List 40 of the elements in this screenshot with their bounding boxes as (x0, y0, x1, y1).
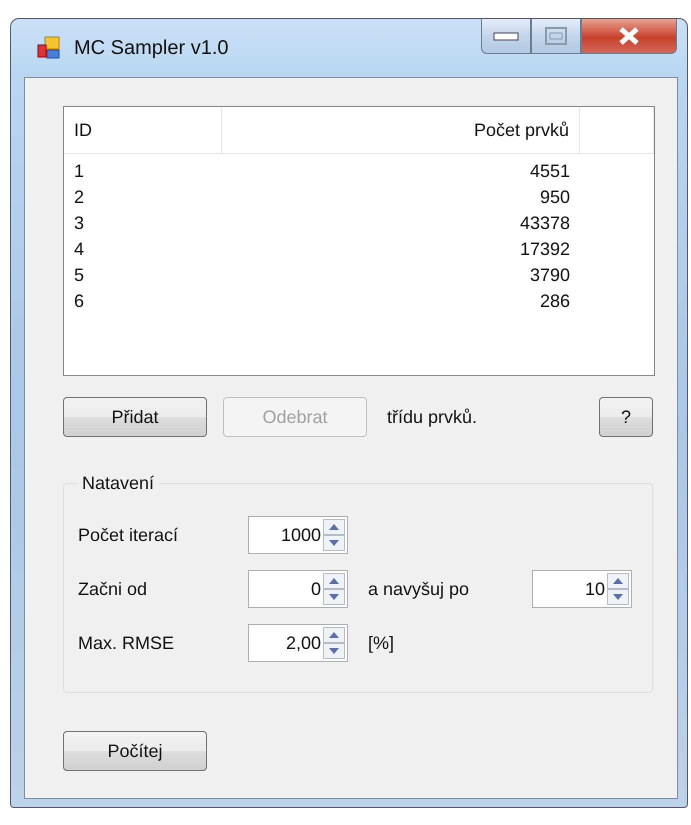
compute-button[interactable]: Počítej (63, 731, 207, 771)
group-title: Natavení (81, 473, 156, 494)
maximize-icon (545, 27, 567, 45)
table-cell-text: 3790 (528, 264, 571, 286)
table-cell-text: 2 (73, 186, 86, 208)
maximize-button[interactable] (531, 19, 581, 54)
column-header[interactable]: Počet prvků (222, 107, 580, 153)
table-cell-text: 17392 (518, 238, 571, 260)
spinner-arrows-icon[interactable] (323, 627, 345, 659)
table-cell-text: 950 (538, 186, 571, 208)
number-spinner[interactable]: 10 (532, 570, 632, 608)
close-icon (617, 26, 641, 46)
field-label: [%] (367, 632, 396, 654)
close-button[interactable] (581, 19, 677, 54)
column-header[interactable]: ID (64, 107, 222, 153)
spinner-arrows-icon[interactable] (607, 573, 629, 605)
spinner-arrows-icon[interactable] (323, 573, 345, 605)
minimize-icon (493, 31, 519, 41)
table-cell-text: 286 (538, 290, 571, 312)
table-cell-text: 5 (73, 264, 86, 286)
table-cell-text: 3 (73, 212, 86, 234)
minimize-button[interactable] (481, 19, 531, 54)
table-cell-text: 4 (73, 238, 86, 260)
table-cell-text: 43378 (518, 212, 571, 234)
table-cell-text: 4551 (528, 160, 571, 182)
buttons-caption: třídu prvků. (387, 406, 478, 428)
field-label: Začni od (78, 578, 148, 600)
app-icon (36, 35, 62, 61)
field-label: Max. RMSE (78, 632, 176, 654)
number-spinner[interactable]: 2,00 (248, 624, 348, 662)
number-spinner[interactable]: 0 (248, 570, 348, 608)
field-label: a navyšuj po (367, 578, 470, 600)
table-cell-text: 6 (73, 290, 86, 312)
spinner-arrows-icon[interactable] (323, 519, 345, 551)
number-spinner[interactable]: 1000 (248, 516, 348, 554)
help-button[interactable]: ? (599, 397, 653, 437)
window-title: MC Sampler v1.0 (74, 36, 228, 60)
field-label: Počet iterací (78, 524, 180, 546)
table-cell-text: 1 (73, 160, 86, 182)
add-button[interactable]: Přidat (63, 397, 207, 437)
